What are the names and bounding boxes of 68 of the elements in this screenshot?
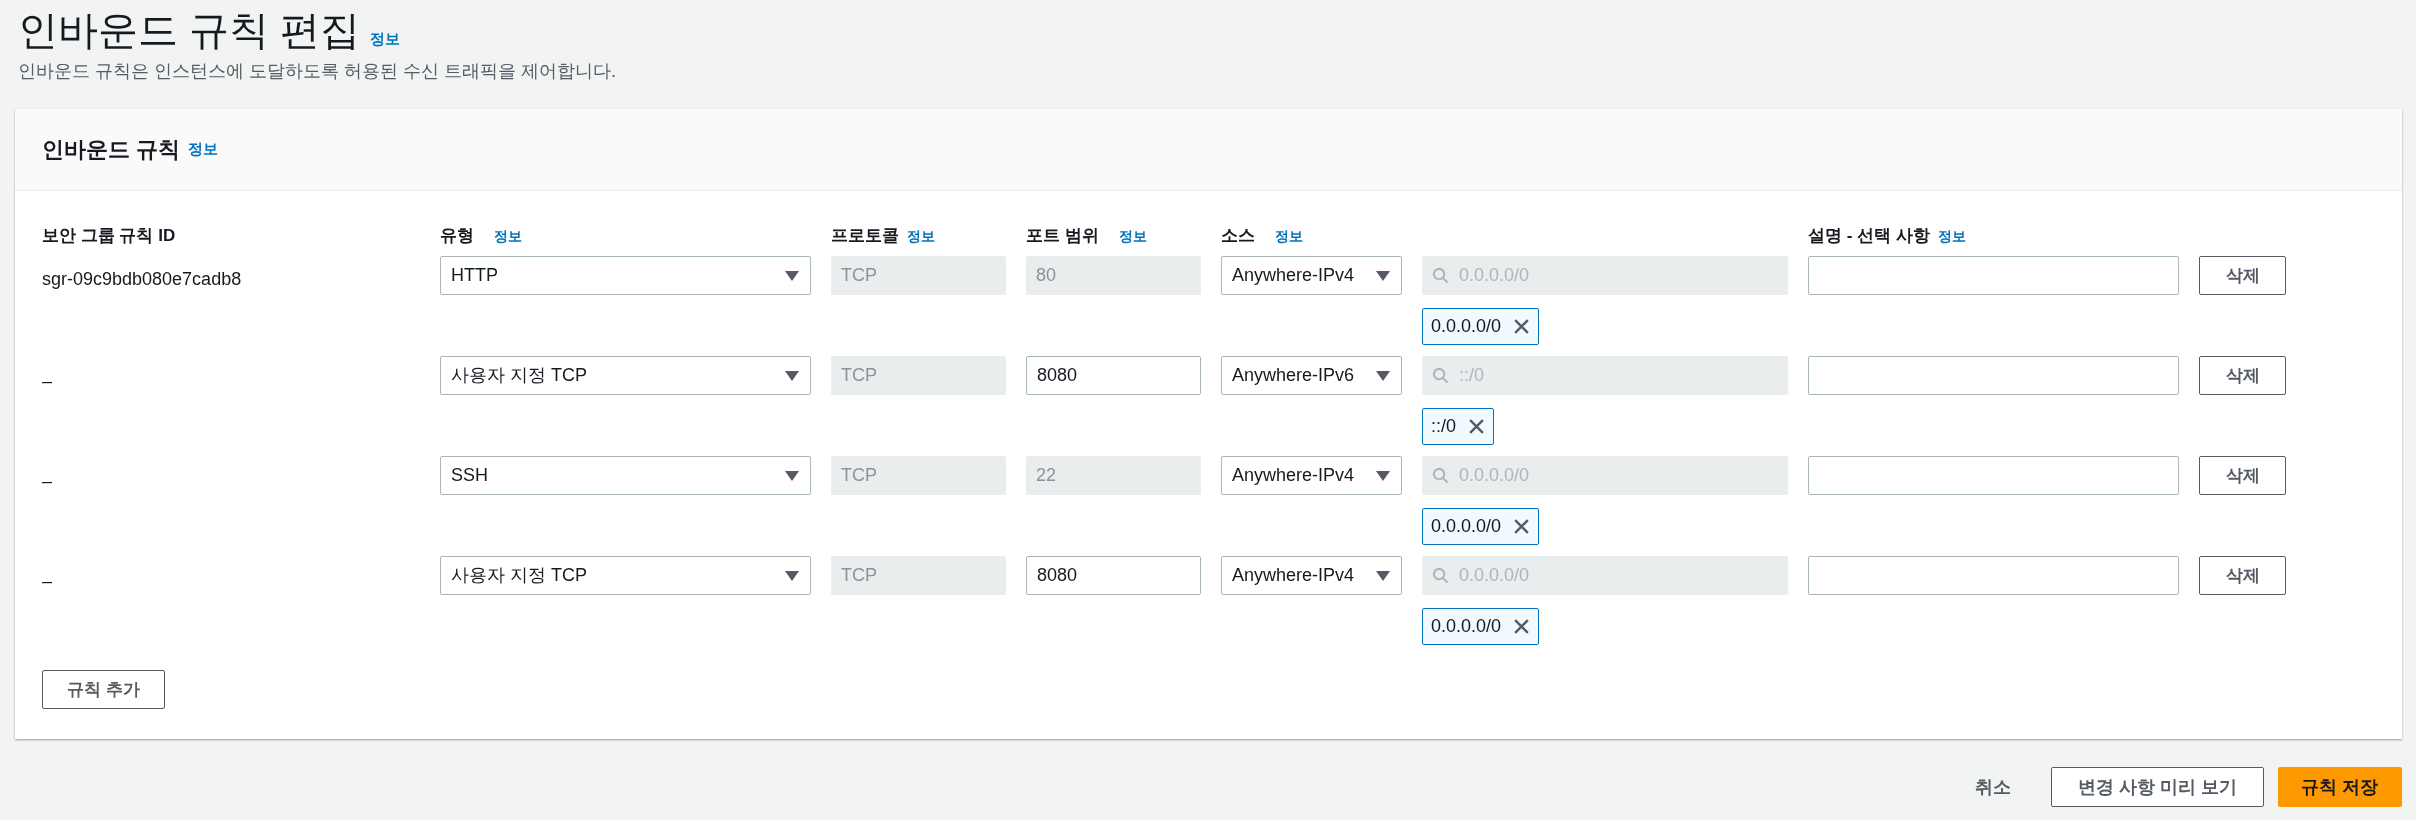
caret-icon [1375,569,1391,582]
description-field[interactable] [1808,456,2179,495]
type-dropdown[interactable]: SSH [440,456,811,495]
source-dropdown[interactable]: Anywhere-IPv4 [1221,256,1402,295]
rule-id: – [42,470,53,493]
rule-id: sgr-09c9bdb080e7cadb8 [42,268,243,291]
type-dropdown[interactable]: 사용자 지정 TCP [440,556,811,595]
cancel-button[interactable]: 취소 [1961,767,2025,807]
description-field[interactable] [1808,556,2179,595]
close-icon[interactable] [1513,318,1531,335]
info-link[interactable]: 정보 [370,28,401,51]
caret-icon [784,469,800,482]
info-link[interactable]: 정보 [1937,225,1966,247]
column-header: 보안 그룹 규칙 ID [42,225,176,248]
search-icon [1432,567,1449,584]
search-icon [1432,467,1449,484]
protocol-field: TCP [831,256,1006,295]
protocol-field: TCP [831,556,1006,595]
token-label: 0.0.0.0/0 [1431,315,1502,338]
close-icon[interactable] [1513,518,1531,535]
caret-icon [784,569,800,582]
token-label: ::/0 [1431,415,1456,438]
caret-icon [784,269,800,282]
search-icon [1432,367,1449,384]
column-header: 프로토콜 [831,225,899,248]
close-icon[interactable] [1513,618,1531,635]
delete-button[interactable]: 삭제 [2199,356,2286,395]
token-label: 0.0.0.0/0 [1431,615,1502,638]
column-header: 유형 [440,225,474,248]
port-range-field: 22 [1026,456,1201,495]
port-range-field[interactable]: 8080 [1026,556,1201,595]
type-dropdown[interactable]: HTTP [440,256,811,295]
caret-icon [1375,369,1391,382]
source-dropdown[interactable]: Anywhere-IPv4 [1221,556,1402,595]
caret-icon [784,369,800,382]
caret-icon [1375,469,1391,482]
info-link[interactable]: 정보 [907,225,935,247]
info-link[interactable]: 정보 [1275,225,1303,247]
preview-changes-button[interactable]: 변경 사항 미리 보기 [2051,767,2264,807]
search-icon [1432,267,1449,284]
source-dropdown[interactable]: Anywhere-IPv6 [1221,356,1402,395]
column-header: 소스 [1221,225,1255,248]
save-rules-button[interactable]: 규칙 저장 [2278,767,2402,807]
protocol-field: TCP [831,456,1006,495]
delete-button[interactable]: 삭제 [2199,456,2286,495]
close-icon[interactable] [1468,418,1485,435]
port-range-field[interactable]: 8080 [1026,356,1201,395]
page-title: 인바운드 규칙 편집 [18,7,361,54]
source-dropdown[interactable]: Anywhere-IPv4 [1221,456,1402,495]
info-link[interactable]: 정보 [494,225,522,247]
info-link[interactable]: 정보 [1118,225,1147,247]
rule-id: – [42,370,53,393]
port-range-field: 80 [1026,256,1201,295]
type-dropdown[interactable]: 사용자 지정 TCP [440,356,811,395]
column-header: 포트 범위 [1026,225,1099,248]
panel-title: 인바운드 규칙 [42,136,181,164]
delete-button[interactable]: 삭제 [2199,256,2286,295]
description-field[interactable] [1808,356,2179,395]
add-rule-button[interactable]: 규칙 추가 [42,670,165,709]
delete-button[interactable]: 삭제 [2199,556,2286,595]
page-description: 인바운드 규칙은 인스턴스에 도달하도록 허용된 수신 트래픽을 제어합니다. [18,60,617,83]
column-header: 설명 - 선택 사항 [1808,225,1930,248]
description-field[interactable] [1808,256,2179,295]
token-label: 0.0.0.0/0 [1431,515,1502,538]
caret-icon [1375,269,1391,282]
protocol-field: TCP [831,356,1006,395]
info-link[interactable]: 정보 [188,138,219,161]
rule-id: – [42,570,53,593]
